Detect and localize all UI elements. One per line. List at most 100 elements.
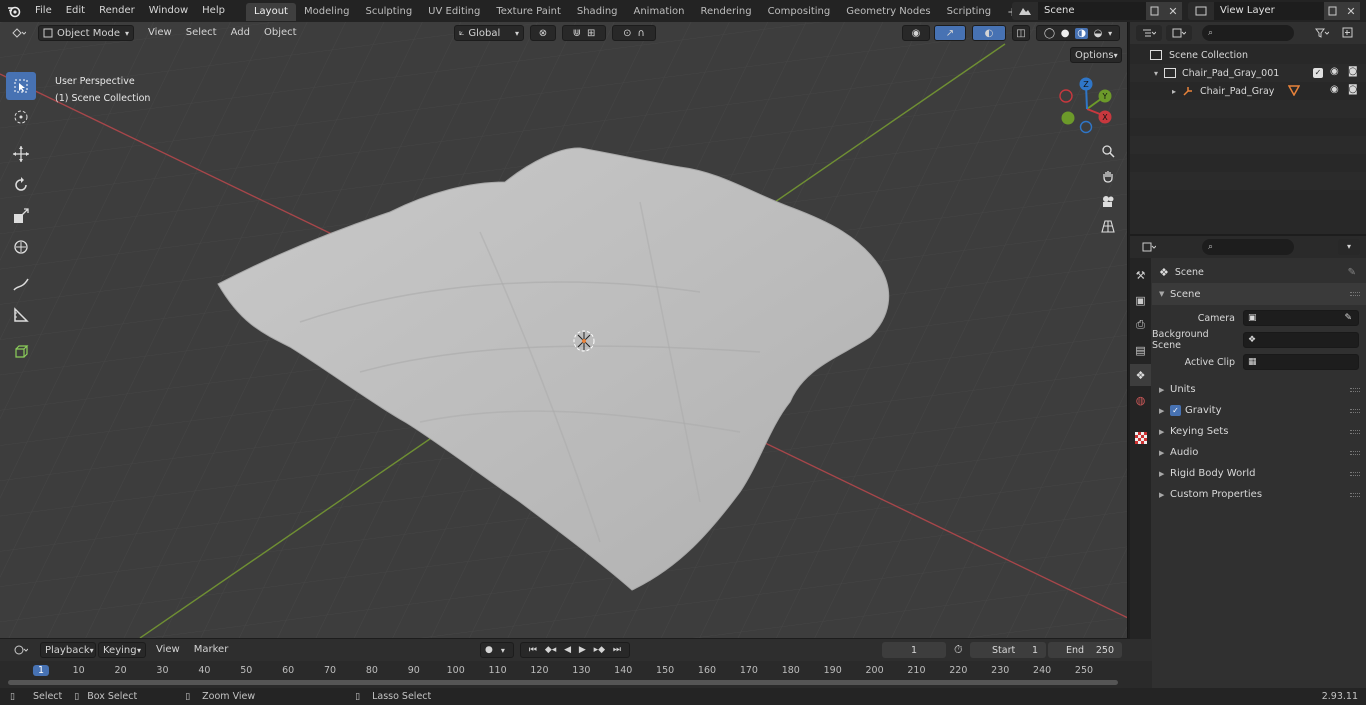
xray-toggle[interactable]: ◫ xyxy=(1012,25,1030,41)
menu-object[interactable]: Object xyxy=(258,25,303,41)
proportional-edit-toggle[interactable]: ⊙ ∩ xyxy=(612,25,656,41)
outliner-row-chair-pad-gray-001[interactable]: ▾ Chair_Pad_Gray_001 ✓ ◉ ◙ xyxy=(1130,64,1366,82)
stopwatch-icon[interactable]: ⏱ xyxy=(954,643,963,657)
navigation-gizmo[interactable]: Z Y X xyxy=(1052,74,1122,144)
tab-modeling[interactable]: Modeling xyxy=(296,3,358,21)
timeline-ruler[interactable]: 1 10 20 30 40 50 60 70 80 90 100 110 120 130 140 150 160… xyxy=(0,663,1152,679)
pivot-point-select[interactable]: ⊗ xyxy=(530,25,556,41)
end-frame-field[interactable]: End 250 xyxy=(1048,642,1122,658)
options-button[interactable]: Options ▾ xyxy=(1070,47,1122,63)
perspective-toggle-grid-icon[interactable] xyxy=(1097,215,1119,237)
camera-view-button[interactable] xyxy=(1097,190,1119,212)
pin-icon[interactable]: ✎ xyxy=(1348,267,1356,278)
playback-controls[interactable]: ⏮ ◆◂ ◀ ▶ ▸◆ ⏭ xyxy=(520,642,630,658)
tool-tab-wrench-icon[interactable]: ⚒ xyxy=(1130,264,1151,286)
scene-selector-icon[interactable] xyxy=(1012,2,1038,20)
panel-scene-header[interactable]: ▼ Scene xyxy=(1152,283,1366,305)
menu-window[interactable]: Window xyxy=(142,0,195,22)
render-tab-icon[interactable]: ▣ xyxy=(1130,289,1151,311)
start-frame-field[interactable]: Start 1 xyxy=(970,642,1046,658)
properties-editor-type-icon[interactable] xyxy=(1136,239,1162,255)
properties-search-input[interactable]: ⌕ xyxy=(1202,239,1294,255)
snap-toggle[interactable]: ⋓ ⊞ xyxy=(562,25,606,41)
zoom-view-button[interactable] xyxy=(1097,140,1119,162)
menu-view[interactable]: View xyxy=(142,25,178,41)
outliner-search-input[interactable]: ⌕ xyxy=(1202,25,1294,41)
filter-icon[interactable] xyxy=(1310,25,1334,41)
rotate-tool[interactable] xyxy=(6,171,36,199)
visibility-select[interactable]: ◉ xyxy=(902,25,930,41)
view-layer-icon[interactable] xyxy=(1188,2,1214,20)
tab-animation[interactable]: Animation xyxy=(626,3,693,21)
tab-uv-editing[interactable]: UV Editing xyxy=(420,3,488,21)
timeline-scrollbar[interactable] xyxy=(8,680,1118,685)
exclude-checkbox[interactable]: ✓ xyxy=(1313,68,1323,78)
tab-layout[interactable]: Layout xyxy=(245,3,296,21)
menu-file[interactable]: File xyxy=(28,0,59,22)
outliner-editor-type-icon[interactable] xyxy=(1136,25,1162,41)
camera-render-icon[interactable]: ◙ xyxy=(1348,84,1358,95)
menu-select[interactable]: Select xyxy=(180,25,223,41)
menu-add[interactable]: Add xyxy=(225,25,256,41)
mesh-data-icon[interactable] xyxy=(1287,84,1301,99)
panel-keying-sets-header[interactable]: ▶ Keying Sets xyxy=(1152,421,1366,442)
add-cube-tool[interactable] xyxy=(6,338,36,366)
camera-render-icon[interactable]: ◙ xyxy=(1348,66,1358,77)
scene-name-field[interactable]: Scene xyxy=(1038,2,1146,20)
camera-field[interactable]: ▣ ✎ xyxy=(1243,310,1359,326)
transform-tool[interactable] xyxy=(6,233,36,261)
timeline-editor-type-icon[interactable] xyxy=(8,642,34,658)
eye-icon[interactable]: ◉ xyxy=(1330,84,1339,95)
new-view-layer-icon[interactable] xyxy=(1324,2,1342,20)
view-layer-field[interactable]: View Layer xyxy=(1214,2,1324,20)
tab-compositing[interactable]: Compositing xyxy=(760,3,839,21)
close-view-layer-icon[interactable]: ✕ xyxy=(1342,2,1360,20)
timeline-view-menu[interactable]: View xyxy=(150,642,186,658)
eye-icon[interactable]: ◉ xyxy=(1330,66,1339,77)
gizmo-toggle[interactable]: ↗ xyxy=(934,25,966,41)
scale-tool[interactable] xyxy=(6,202,36,230)
mode-select[interactable]: Object Mode ▾ xyxy=(38,25,134,41)
world-tab-globe-icon[interactable]: ◍ xyxy=(1130,389,1151,411)
outliner-scene-collection[interactable]: Scene Collection xyxy=(1130,46,1366,64)
move-tool[interactable] xyxy=(6,140,36,168)
keying-menu[interactable]: Keying ▾ xyxy=(98,642,146,658)
background-scene-field[interactable]: ❖ xyxy=(1243,332,1359,348)
new-scene-icon[interactable] xyxy=(1146,2,1164,20)
panel-custom-properties-header[interactable]: ▶ Custom Properties xyxy=(1152,484,1366,505)
tab-rendering[interactable]: Rendering xyxy=(692,3,759,21)
transform-orientation-select[interactable]: ⟀ Global ▾ xyxy=(454,25,524,41)
scene-tab-icon[interactable]: ❖ xyxy=(1130,364,1151,386)
chair-pad-mesh[interactable] xyxy=(0,22,1128,638)
tab-geometry-nodes[interactable]: Geometry Nodes xyxy=(838,3,938,21)
menu-render[interactable]: Render xyxy=(92,0,142,22)
auto-keying-toggle[interactable]: ● ▾ xyxy=(480,642,514,658)
display-mode-icon[interactable] xyxy=(1166,25,1192,41)
overlay-toggle[interactable]: ◐ xyxy=(972,25,1006,41)
panel-audio-header[interactable]: ▶ Audio xyxy=(1152,442,1366,463)
cursor-tool[interactable] xyxy=(6,103,36,131)
current-frame-field[interactable]: 1 xyxy=(882,642,946,658)
outliner-row-chair-pad-gray[interactable]: ▸ Chair_Pad_Gray ◉ ◙ xyxy=(1130,82,1366,100)
close-scene-icon[interactable]: ✕ xyxy=(1164,2,1182,20)
marker-menu[interactable]: Marker xyxy=(188,642,235,658)
pan-view-hand-icon[interactable] xyxy=(1097,165,1119,187)
playback-menu[interactable]: Playback ▾ xyxy=(40,642,96,658)
panel-gravity-header[interactable]: ▶ ✓ Gravity xyxy=(1152,400,1366,421)
new-collection-icon[interactable] xyxy=(1340,25,1356,41)
tab-shading[interactable]: Shading xyxy=(569,3,626,21)
shading-modes[interactable]: ◯ ● ◑ ◒ ▾ xyxy=(1036,25,1120,41)
view-layer-tab-icon[interactable]: ▤ xyxy=(1130,339,1151,361)
blender-logo-icon[interactable] xyxy=(0,0,28,22)
tab-scripting[interactable]: Scripting xyxy=(939,3,999,21)
select-box-tool[interactable] xyxy=(6,72,36,100)
tab-texture-paint[interactable]: Texture Paint xyxy=(488,3,569,21)
panel-units-header[interactable]: ▶ Units xyxy=(1152,379,1366,400)
measure-tool[interactable] xyxy=(6,301,36,329)
menu-edit[interactable]: Edit xyxy=(59,0,92,22)
properties-options-chevron-icon[interactable]: ▾ xyxy=(1338,239,1360,255)
annotate-tool[interactable] xyxy=(6,270,36,298)
current-frame-indicator[interactable]: 1 xyxy=(32,665,50,676)
menu-help[interactable]: Help xyxy=(195,0,232,22)
eyedropper-icon[interactable]: ✎ xyxy=(1344,313,1352,323)
